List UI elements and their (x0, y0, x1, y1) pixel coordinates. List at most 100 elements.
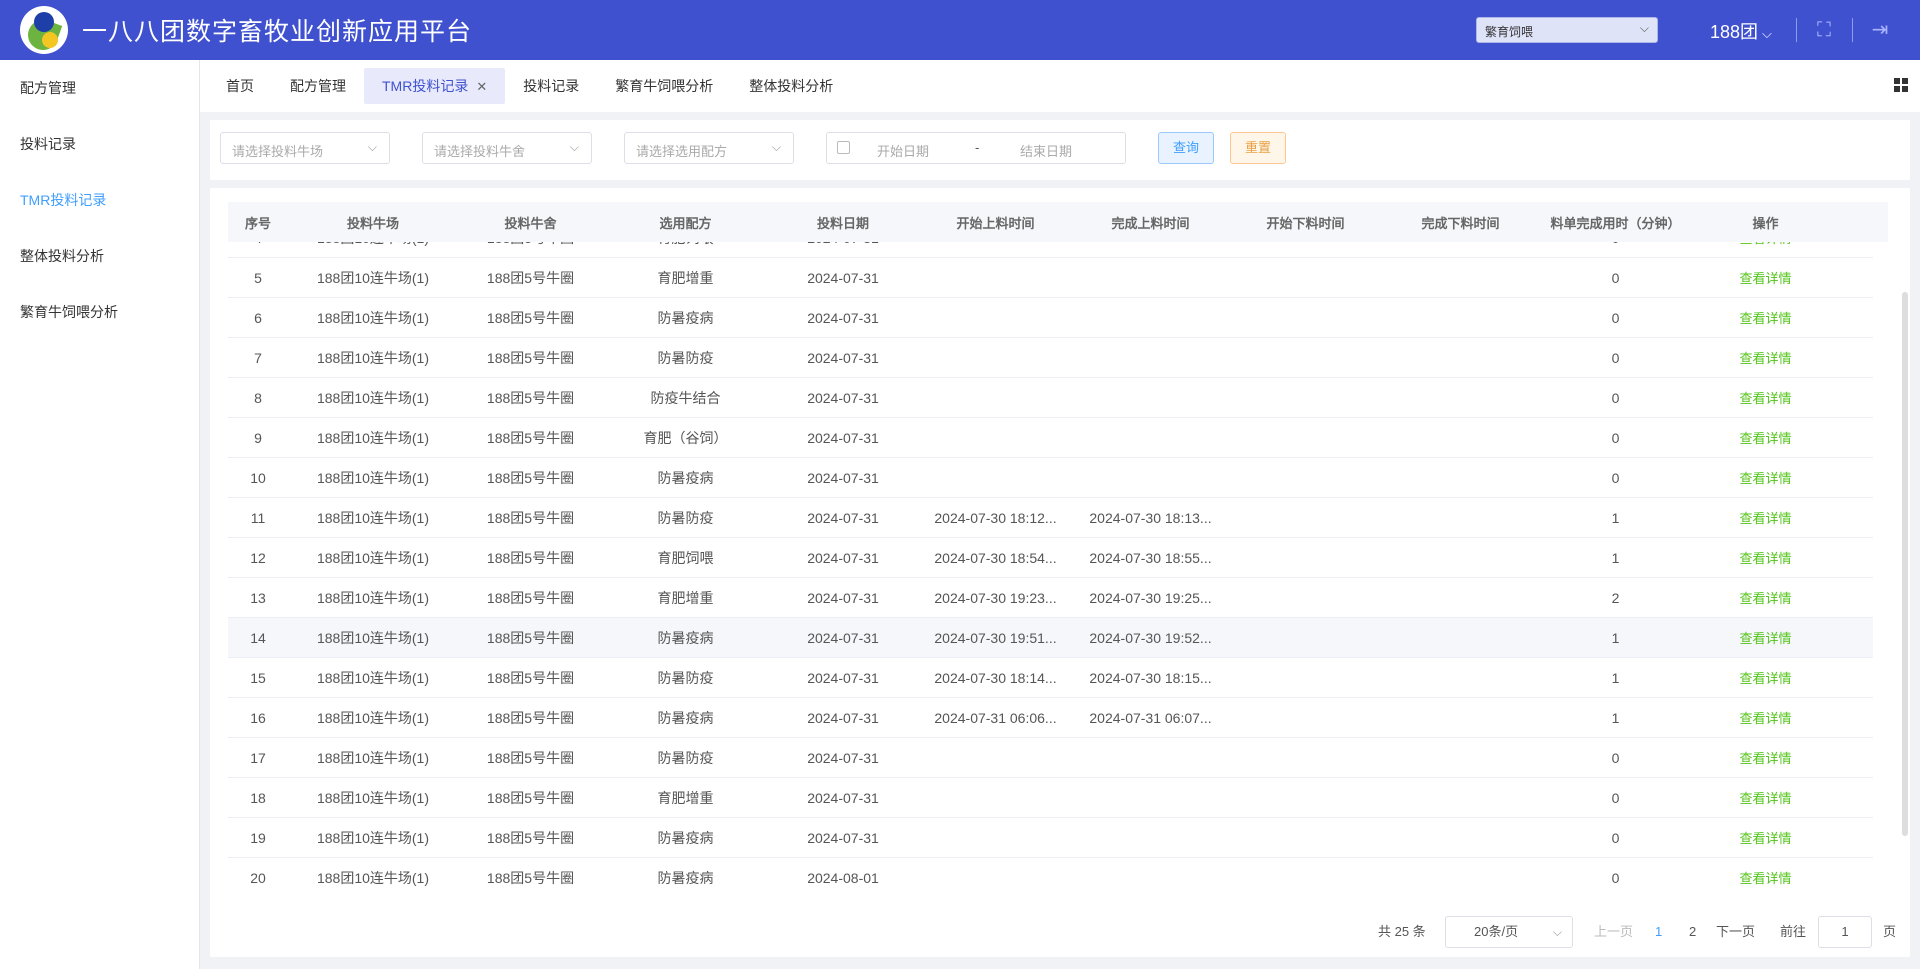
table-cell: 188团10连牛场(1) (316, 789, 430, 806)
table-cell: 188团5号牛圈 (458, 242, 603, 248)
table-cell: 188团5号牛圈 (486, 349, 575, 366)
end-date-input[interactable]: 结束日期 (1020, 141, 1072, 160)
view-details-link[interactable]: 查看详情 (1739, 551, 1791, 566)
table-body[interactable]: 4188团10连牛场(1)188团5号牛圈育肥饲喂2024-07-310查看详情… (228, 242, 1888, 890)
fullscreen-icon[interactable]: ⛶ (1812, 18, 1836, 42)
table-cell: 2024-07-30 18:15... (1089, 669, 1212, 686)
table-cell: 防暑疫病 (657, 469, 714, 486)
next-page-button[interactable]: 下一页 (1716, 916, 1755, 948)
view-details-link[interactable]: 查看详情 (1739, 431, 1791, 446)
logout-icon[interactable]: ⇥ (1868, 18, 1892, 42)
table-row: 9 188团10连牛场(1) 188团5号牛圈 育肥（谷饲） 2024-07-31 0 查看… (228, 418, 1873, 458)
table-cell: 2024-07-31 06:07... (1089, 709, 1212, 726)
table-cell: 1 (1611, 709, 1620, 726)
table-row: 4188团10连牛场(1)188团5号牛圈育肥饲喂2024-07-31 0 查看详情 (228, 242, 1873, 258)
table-cell: 2024-07-30 19:23... (934, 589, 1057, 606)
action-cell: 查看详情 (1693, 308, 1838, 327)
view-details-link[interactable]: 查看详情 (1739, 791, 1791, 806)
barn-select[interactable]: 请选择投料牛舍 ⌵ (422, 132, 592, 164)
view-details-link[interactable]: 查看详情 (1739, 711, 1791, 726)
table-scrollbar[interactable] (1902, 292, 1908, 836)
table-cell: 6 (254, 309, 262, 326)
farm-select[interactable]: 请选择投料牛场 ⌵ (220, 132, 390, 164)
table-cell: 188团10连牛场(1) (316, 749, 430, 766)
view-details-link[interactable]: 查看详情 (1739, 831, 1791, 846)
tab-bar: 首页 配方管理 TMR投料记录 ✕ 投料记录 繁育牛饲喂分析 整体投料分析 (200, 60, 1920, 112)
view-details-link[interactable]: 查看详情 (1739, 351, 1791, 366)
user-menu[interactable]: 188团 ⌵ (1710, 18, 1772, 44)
formula-select[interactable]: 请选择选用配方 ⌵ (624, 132, 794, 164)
view-details-link[interactable]: 查看详情 (1739, 511, 1791, 526)
page-2-button[interactable]: 2 (1689, 916, 1696, 948)
tab-breeding-analysis[interactable]: 繁育牛饲喂分析 (597, 68, 731, 104)
table-cell: 13 (250, 589, 266, 606)
tab-overall-analysis[interactable]: 整体投料分析 (731, 68, 851, 104)
goto-page-input[interactable]: 1 (1818, 916, 1872, 948)
table-cell: 2024-07-30 18:12... (934, 509, 1057, 526)
view-details-link[interactable]: 查看详情 (1739, 871, 1791, 886)
table-cell: 188团5号牛圈 (486, 429, 575, 446)
filter-bar: 请选择投料牛场 ⌵ 请选择投料牛舍 ⌵ 请选择选用配方 ⌵ 开始日期 - 结束日… (210, 120, 1910, 180)
table-cell: 188团10连牛场(1) (316, 509, 430, 526)
table-header: 序号 投料牛场 投料牛舍 选用配方 投料日期 开始上料时间 完成上料时间 开始下… (228, 202, 1888, 242)
view-details-link[interactable]: 查看详情 (1739, 631, 1791, 646)
page-size-select[interactable]: 20条/页 ⌵ (1445, 916, 1573, 948)
tab-home[interactable]: 首页 (208, 68, 272, 104)
table-cell: 188团10连牛场(1) (316, 669, 430, 686)
action-cell: 查看详情 (1693, 708, 1838, 727)
table-cell: 1 (1611, 549, 1620, 566)
grid-menu-icon[interactable] (1894, 78, 1908, 92)
table-cell: 10 (250, 469, 266, 486)
sidebar-item-overall-analysis[interactable]: 整体投料分析 (0, 228, 199, 284)
query-button[interactable]: 查询 (1158, 132, 1215, 164)
sidebar-item-feeding-records[interactable]: 投料记录 (0, 116, 199, 172)
view-details-link[interactable]: 查看详情 (1739, 591, 1791, 606)
table-cell: 0 (1611, 349, 1620, 366)
tab-feeding-records[interactable]: 投料记录 (505, 68, 597, 104)
action-cell: 查看详情 (1693, 242, 1838, 247)
view-details-link[interactable]: 查看详情 (1739, 311, 1791, 326)
sidebar-item-formula[interactable]: 配方管理 (0, 60, 199, 116)
view-details-link[interactable]: 查看详情 (1739, 671, 1791, 686)
table-cell: 188团10连牛场(1) (316, 389, 430, 406)
table-cell: 2024-07-30 19:25... (1089, 589, 1212, 606)
close-icon[interactable]: ✕ (476, 79, 487, 94)
date-range-picker[interactable]: 开始日期 - 结束日期 (826, 132, 1126, 164)
view-details-link[interactable]: 查看详情 (1739, 751, 1791, 766)
table-cell: 2024-07-30 18:13... (1089, 509, 1212, 526)
table-cell: 188团5号牛圈 (486, 749, 575, 766)
table-cell: 8 (254, 389, 262, 406)
table-cell: 育肥增重 (657, 269, 714, 286)
view-details-link[interactable]: 查看详情 (1739, 242, 1791, 246)
calendar-icon (837, 141, 850, 154)
action-cell: 查看详情 (1693, 868, 1838, 887)
table-cell: 防暑疫病 (657, 629, 714, 646)
view-details-link[interactable]: 查看详情 (1739, 471, 1791, 486)
page-1-button[interactable]: 1 (1655, 916, 1662, 948)
view-details-link[interactable]: 查看详情 (1739, 391, 1791, 406)
start-date-input[interactable]: 开始日期 (877, 141, 929, 160)
table-cell: 20 (250, 869, 266, 886)
reset-button[interactable]: 重置 (1230, 132, 1287, 164)
table-row: 17 188团10连牛场(1) 188团5号牛圈 防暑防疫 2024-07-31 0 查看详… (228, 738, 1873, 778)
table-cell: 188团10连牛场(1) (288, 242, 458, 248)
action-cell: 查看详情 (1693, 508, 1838, 527)
table-cell: 188团10连牛场(1) (316, 629, 430, 646)
tab-tmr-records[interactable]: TMR投料记录 ✕ (364, 68, 506, 104)
module-select[interactable]: 繁育饲喂 ⌵ (1476, 17, 1658, 43)
app-title: 一八八团数字畜牧业创新应用平台 (82, 18, 473, 46)
table-cell: 16 (250, 709, 266, 726)
prev-page-button[interactable]: 上一页 (1594, 916, 1633, 948)
action-cell: 查看详情 (1693, 268, 1838, 287)
table-cell: 14 (250, 629, 266, 646)
table-row: 14 188团10连牛场(1) 188团5号牛圈 防暑疫病 2024-07-31 2024… (228, 618, 1873, 658)
table-cell: 0 (1611, 389, 1620, 406)
tab-formula[interactable]: 配方管理 (272, 68, 364, 104)
column-header: 投料日期 (816, 215, 869, 231)
sidebar-item-tmr-records[interactable]: TMR投料记录 (0, 172, 199, 228)
sidebar-item-breeding-analysis[interactable]: 繁育牛饲喂分析 (0, 284, 199, 340)
view-details-link[interactable]: 查看详情 (1739, 271, 1791, 286)
table-cell: 2024-07-31 (768, 242, 918, 246)
action-cell: 查看详情 (1693, 788, 1838, 807)
table-cell: 188团10连牛场(1) (316, 349, 430, 366)
